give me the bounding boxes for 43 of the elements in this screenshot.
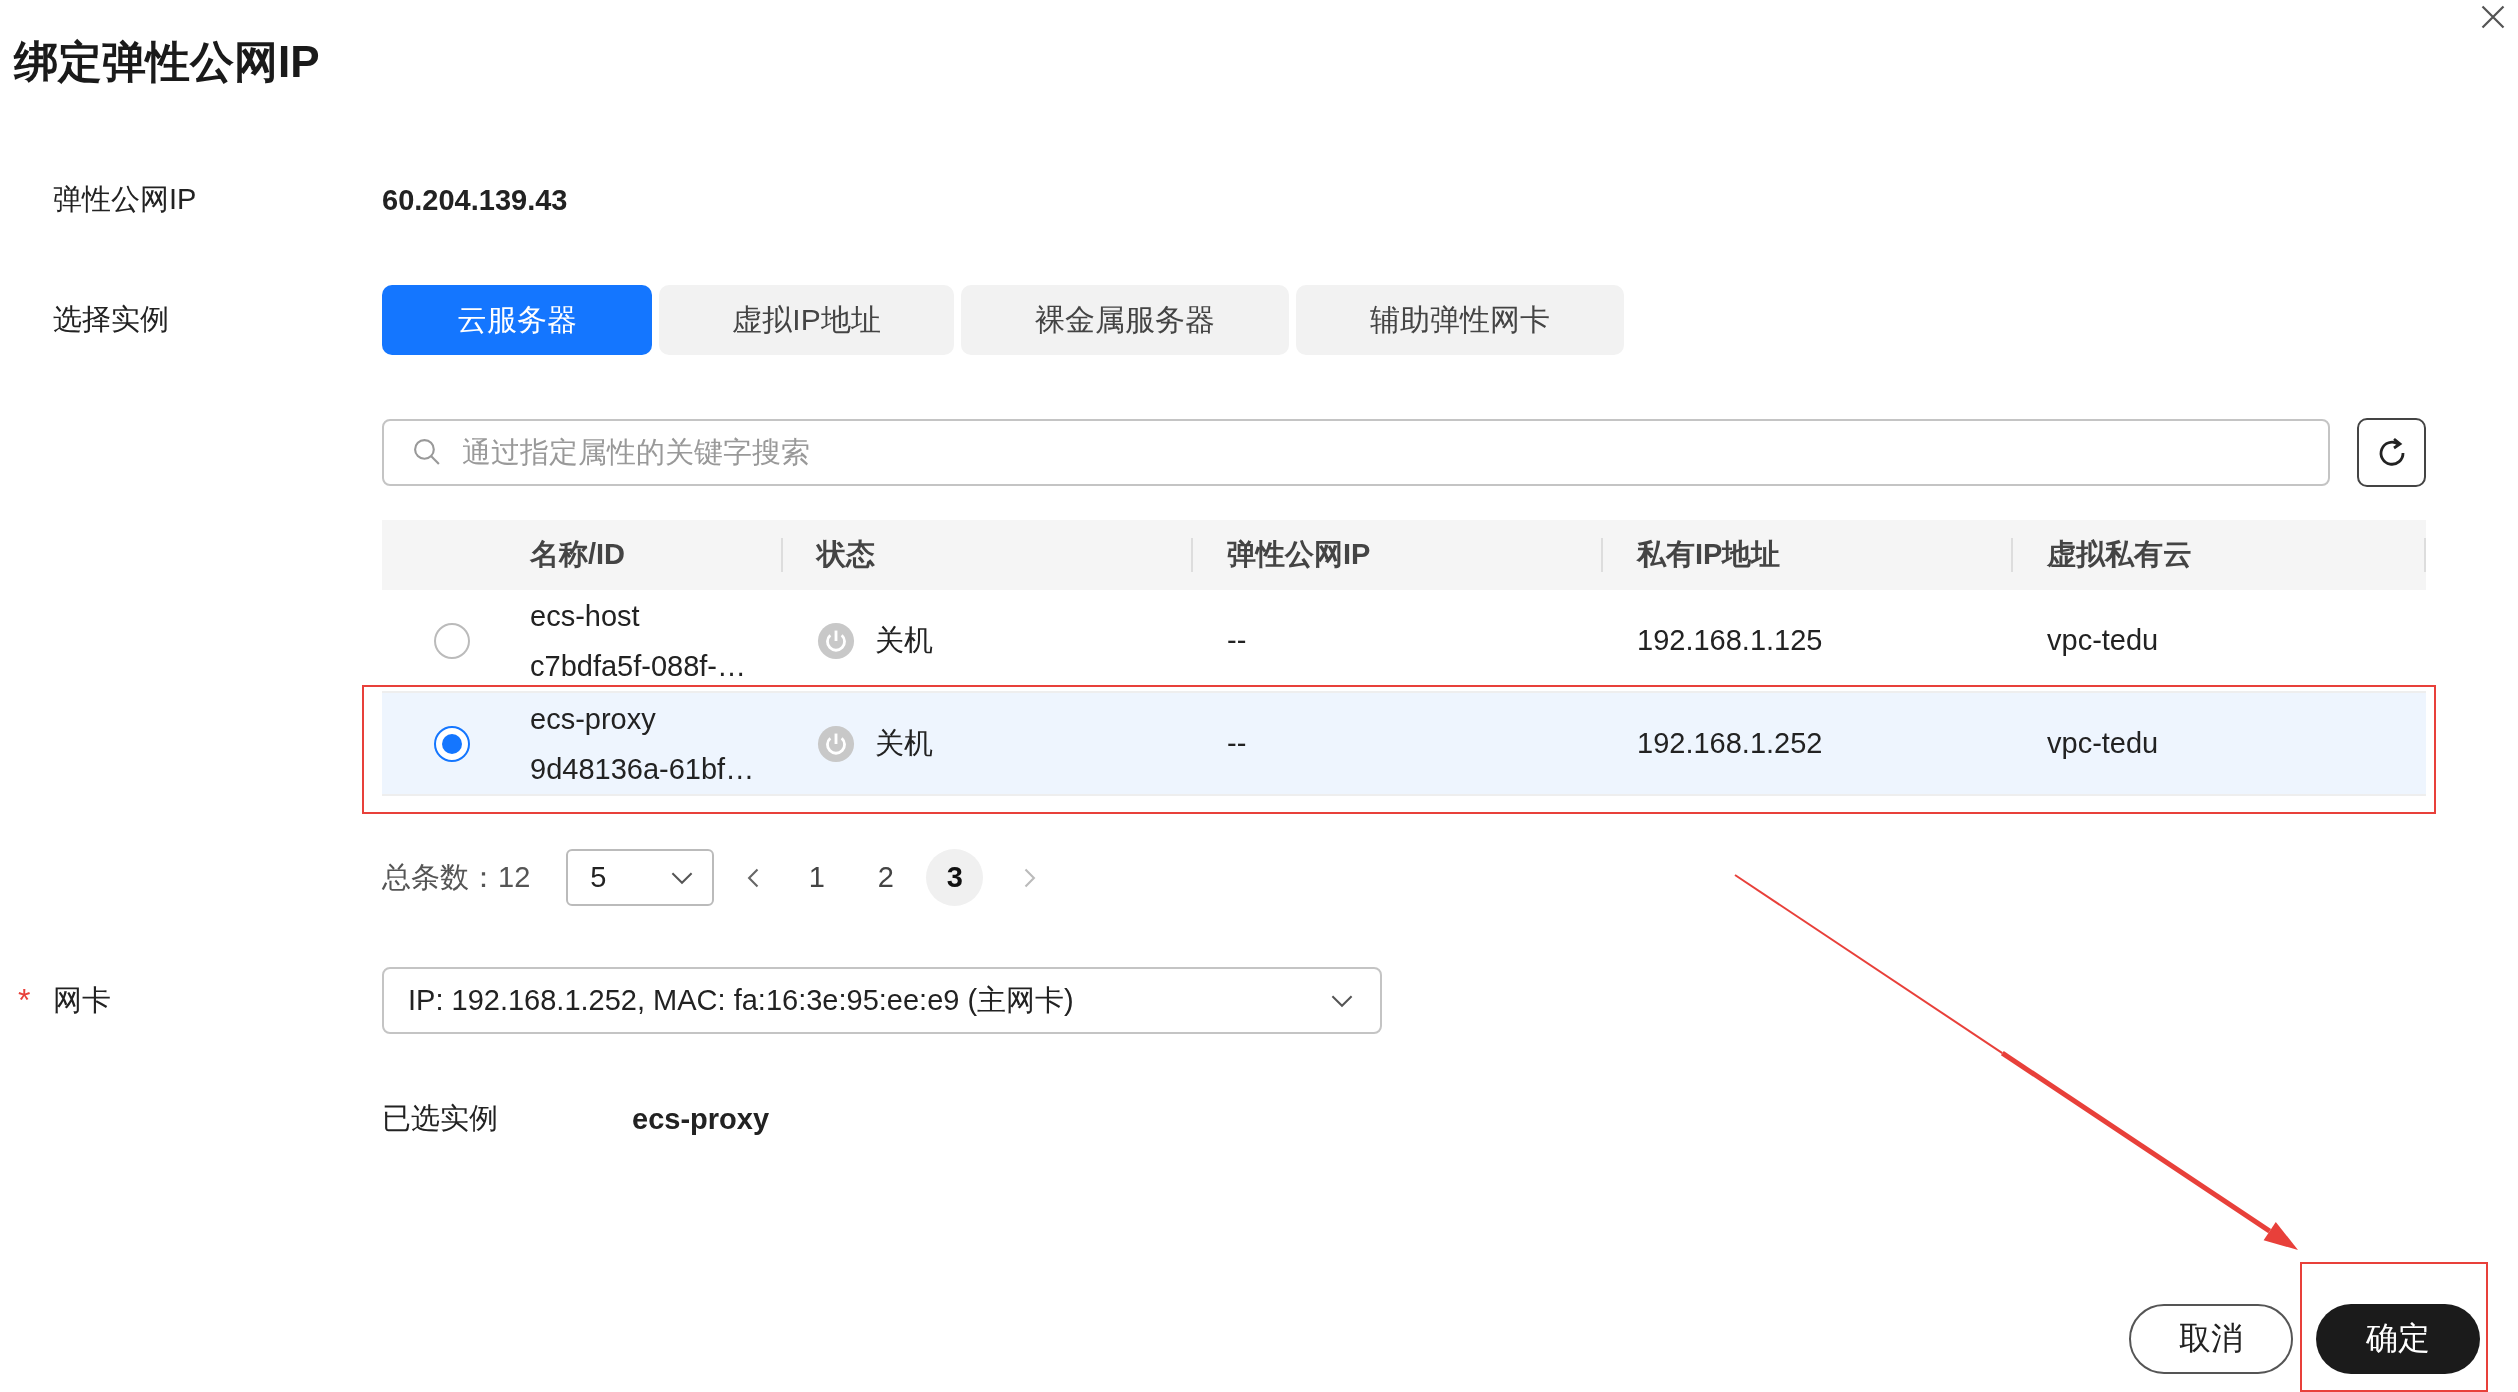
power-icon <box>817 621 855 660</box>
instance-name: ecs-host <box>530 598 640 634</box>
column-header: 虚拟私有云 <box>2013 520 2426 590</box>
column-header: 状态 <box>783 520 1193 590</box>
power-icon <box>817 724 855 763</box>
instance-tab[interactable]: 虚拟IP地址 <box>659 285 954 355</box>
instance-tab[interactable]: 云服务器 <box>382 285 652 355</box>
total-count: 总条数：12 <box>382 859 531 895</box>
instance-tab[interactable]: 裸金属服务器 <box>961 285 1289 355</box>
table-cell: 192.168.1.252 <box>1637 727 1823 760</box>
page-size-select[interactable]: 5 <box>566 849 715 906</box>
column-header: 弹性公网IP <box>1193 520 1603 590</box>
table-cell: -- <box>1227 624 1247 657</box>
page-button[interactable]: 3 <box>926 849 984 906</box>
nic-select[interactable]: IP: 192.168.1.252, MAC: fa:16:3e:95:ee:e9 (主网卡) <box>382 967 1382 1034</box>
field-label: 选择实例 <box>53 302 169 337</box>
status-text: 关机 <box>875 725 933 761</box>
field-label: 已选实例 <box>382 1101 499 1136</box>
instance-id: c7bdfa5f-088f-… <box>530 648 746 684</box>
cancel-button[interactable]: 取消 <box>2129 1304 2293 1374</box>
table-cell: 192.168.1.125 <box>1637 624 1823 657</box>
instance-tab[interactable]: 辅助弹性网卡 <box>1296 285 1624 355</box>
eip-value: 60.204.139.43 <box>382 183 568 217</box>
table-cell: vpc-tedu <box>2047 727 2159 760</box>
column-header: 私有IP地址 <box>1603 520 2013 590</box>
status-text: 关机 <box>875 622 933 658</box>
field-label: 弹性公网IP <box>53 182 197 217</box>
radio-button[interactable] <box>434 622 470 659</box>
required-mark: * <box>18 982 32 1019</box>
instance-name: ecs-proxy <box>530 701 656 737</box>
table-cell: -- <box>1227 727 1247 760</box>
table-cell: vpc-tedu <box>2047 624 2159 657</box>
confirm-button[interactable]: 确定 <box>2316 1304 2480 1374</box>
search-field[interactable]: 通过指定属性的关键字搜索 <box>382 419 2330 486</box>
instance-id: 9d48136a-61bf… <box>530 751 755 787</box>
dialog-title: 绑定弹性公网IP <box>12 36 320 88</box>
selected-instance-value: ecs-proxy <box>632 1102 769 1136</box>
column-header: 名称/ID <box>522 520 783 590</box>
page-button[interactable]: 2 <box>857 849 915 906</box>
field-label: 网卡 <box>53 982 111 1018</box>
page-button[interactable]: 1 <box>788 849 846 906</box>
radio-button[interactable] <box>434 725 470 762</box>
refresh-button[interactable] <box>2357 418 2426 487</box>
